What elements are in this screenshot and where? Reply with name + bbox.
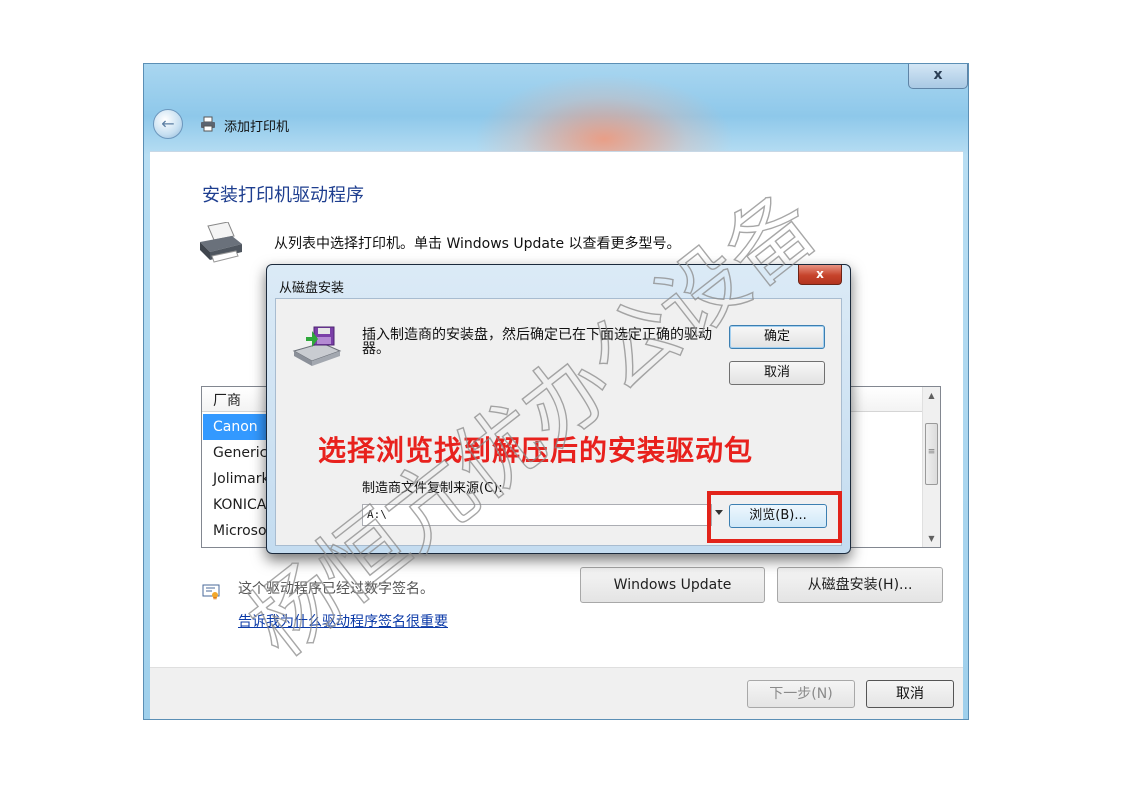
printer-icon [201, 116, 215, 132]
windows-update-button[interactable]: Windows Update [580, 567, 765, 603]
have-disk-button[interactable]: 从磁盘安装(H)... [777, 567, 943, 603]
cancel-button[interactable]: 取消 [866, 680, 954, 708]
dialog-title: 从磁盘安装 [279, 281, 345, 296]
wizard-footer: 下一步(N) 取消 [150, 667, 963, 719]
list-item-jolimark[interactable]: Jolimark [203, 466, 273, 492]
certificate-icon [202, 584, 220, 600]
source-path-value: A:\ [367, 508, 387, 521]
browse-highlight-box [707, 491, 842, 543]
instruction-text: 从列表中选择打印机。单击 Windows Update 以查看更多型号。 [274, 236, 681, 252]
scroll-thumb[interactable]: ≡ [925, 423, 938, 485]
list-item-konica[interactable]: KONICA [203, 492, 273, 518]
window-close-button[interactable]: x [908, 64, 968, 89]
source-path-input[interactable]: A:\ [362, 504, 723, 526]
list-item-generic[interactable]: Generic [203, 440, 273, 466]
tutorial-annotation: 选择浏览找到解压后的安装驱动包 [318, 434, 754, 467]
disk-icon [292, 326, 342, 366]
back-arrow-icon: ← [161, 114, 175, 133]
signature-info-link[interactable]: 告诉我为什么驱动程序签名很重要 [238, 611, 448, 631]
window-title: 添加打印机 [224, 120, 290, 135]
list-item-canon[interactable]: Canon [203, 414, 273, 440]
scroll-up-icon[interactable]: ▲ [923, 387, 940, 404]
ok-button[interactable]: 确定 [729, 325, 825, 349]
dialog-close-button[interactable]: x [798, 265, 842, 285]
scroll-down-icon[interactable]: ▼ [923, 530, 940, 547]
back-button[interactable]: ← [153, 109, 183, 139]
signature-status: 这个驱动程序已经过数字签名。 [238, 581, 434, 597]
source-label: 制造商文件复制来源(C): [362, 481, 503, 496]
manufacturer-column-header[interactable]: 厂商 [213, 390, 241, 410]
list-item-microsoft[interactable]: Microsoft [203, 518, 277, 544]
page-heading: 安装打印机驱动程序 [202, 185, 364, 206]
dialog-cancel-button[interactable]: 取消 [729, 361, 825, 385]
list-scrollbar[interactable]: ▲ ≡ ▼ [922, 387, 940, 547]
printer-icon [200, 222, 242, 263]
dialog-message: 插入制造商的安装盘，然后确定已在下面选定正确的驱动器。 [362, 327, 712, 357]
next-button[interactable]: 下一步(N) [747, 680, 855, 708]
